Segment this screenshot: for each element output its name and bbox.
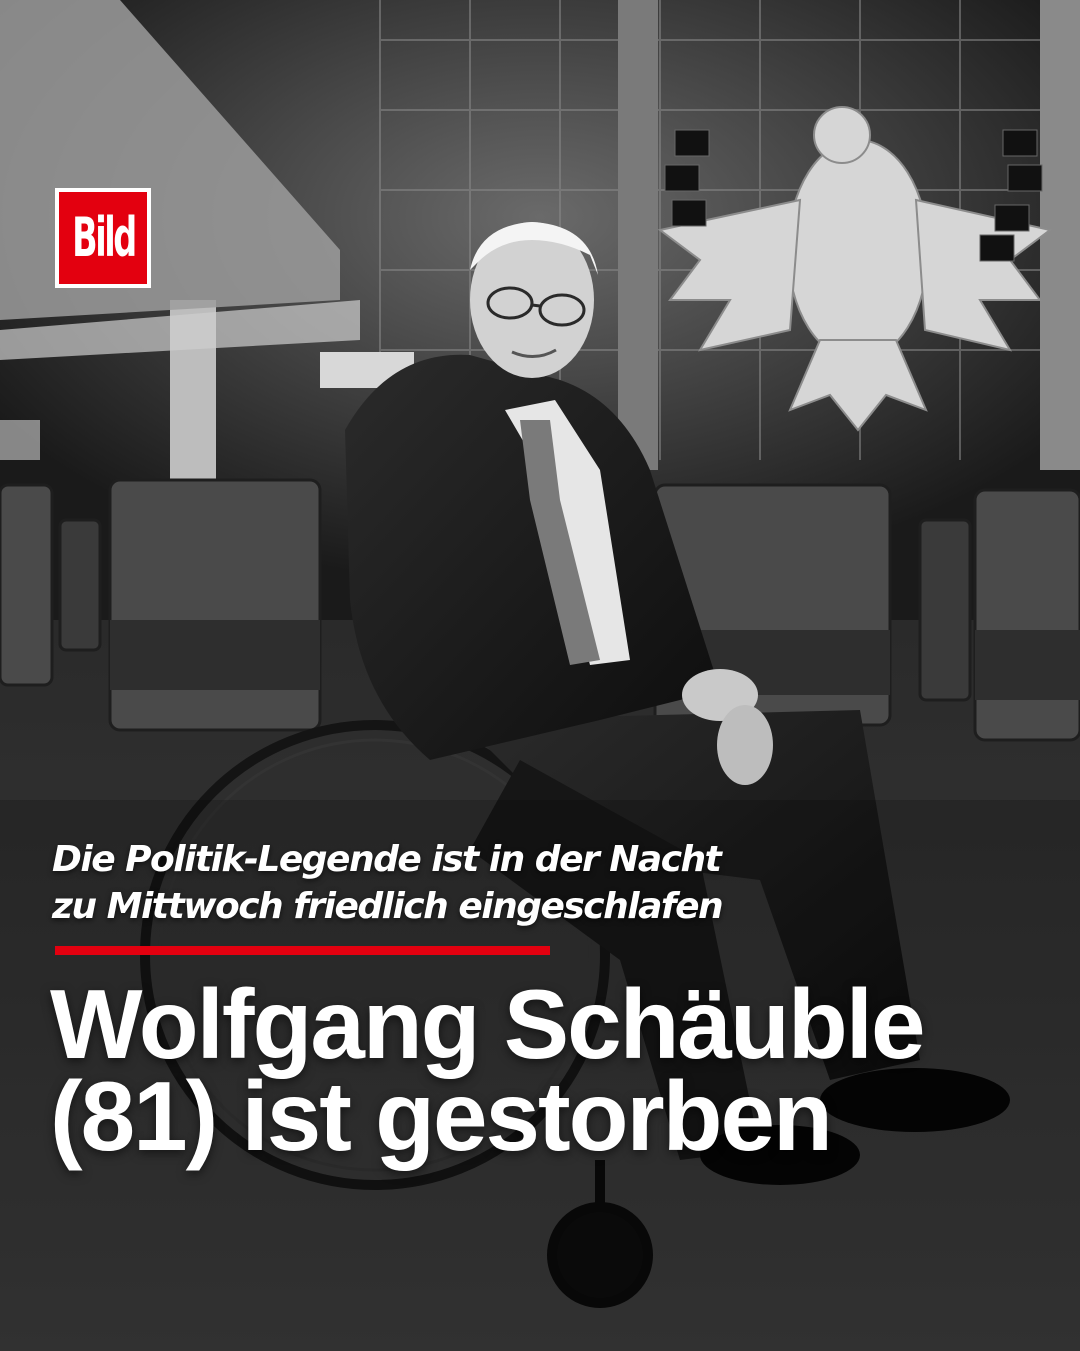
column-mid	[618, 0, 658, 470]
kicker-line-2: zu Mittwoch friedlich eingeschlafen	[52, 886, 724, 927]
news-post-card: Bild Die Politik-Legende ist in der Nach…	[0, 0, 1080, 1351]
headline-title: Wolfgang Schäuble (81) ist gestorben	[50, 969, 950, 1171]
kicker-line-1: Die Politik-Legende ist in der Nacht	[52, 839, 722, 880]
bild-logo-text: Bild	[71, 206, 137, 269]
headline-kicker: Die Politik-Legende ist in der Nacht zu …	[52, 836, 812, 930]
bild-logo-box: Bild	[59, 192, 147, 284]
red-divider	[55, 946, 550, 955]
bild-logo: Bild	[55, 188, 151, 288]
column-right	[1040, 0, 1080, 470]
title-line-1: Wolfgang Schäuble	[50, 969, 925, 1079]
title-line-2: (81) ist gestorben	[50, 1061, 833, 1171]
